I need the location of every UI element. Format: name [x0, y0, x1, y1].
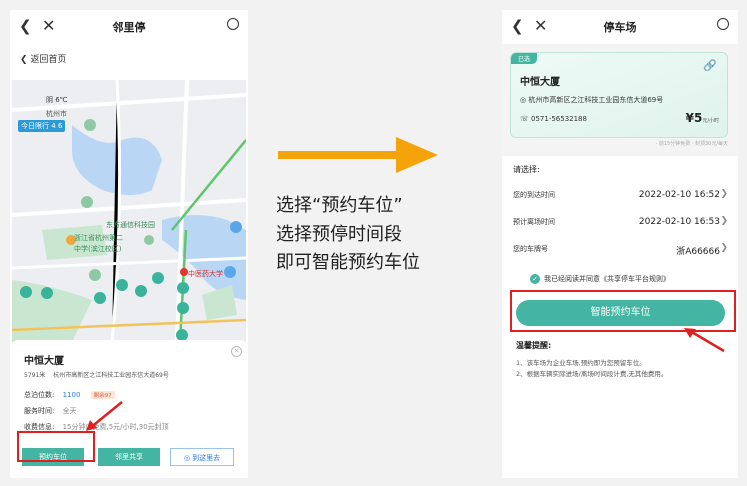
phone-icon: ☏: [520, 115, 529, 123]
card-lot-name: 中恒大厦: [520, 77, 560, 88]
card-phone: 0571-56532188: [531, 115, 587, 123]
back-home-link[interactable]: ❮ 返回首页: [20, 52, 66, 65]
card-price: ¥5元/小时: [686, 111, 719, 125]
chevron-right-icon: ❯: [720, 189, 728, 199]
chevron-right-icon: ❯: [720, 243, 728, 253]
select-title: 请选择:: [513, 165, 540, 174]
tips-title: 温馨提醒:: [516, 341, 552, 350]
share-icon[interactable]: [717, 18, 729, 30]
card-address: 杭州市高新区之江科技工业园东信大道69号: [528, 96, 664, 104]
lot-name: 中恒大厦: [24, 356, 64, 367]
arrival-time-row[interactable]: 您的到达时间 2022-02-10 16:52 ❯: [513, 189, 728, 204]
location-icon: ◎: [520, 96, 527, 104]
caption-line-3: 即可智能预约车位: [276, 252, 420, 273]
poi-school-line1: 浙江省杭州第二: [74, 234, 123, 242]
selected-badge: 已选: [511, 53, 538, 64]
pointer-arrow-right: [684, 328, 725, 353]
page-title: 邻里停: [112, 21, 146, 34]
tip-2: 2、根据车辆实际进场/离场时间段计费,无其他费用。: [516, 370, 668, 378]
title-bar: ❮ ✕ 邻里停: [10, 10, 248, 44]
lot-distance: 5791米: [24, 372, 46, 379]
fee-note: · 前15分钟免费 · 封顶30元/每天: [655, 141, 728, 147]
title-bar: ❮ ✕ 停车场: [502, 10, 738, 44]
navigate-label: 到这里去: [192, 454, 221, 462]
lot-subtitle: 5791米 杭州市高新区之江科技工业园东信大道69号: [24, 370, 169, 379]
poi-tech-park: 东方通信科技园: [106, 221, 155, 229]
caption-line-2: 选择预停时间段: [276, 224, 402, 245]
share-icon[interactable]: [227, 18, 239, 30]
big-arrow: [278, 137, 438, 173]
link-icon: 🔗: [703, 59, 717, 72]
plate-number-row[interactable]: 您的车牌号 浙A66666 ❯: [513, 243, 728, 258]
neighbor-share-button[interactable]: 邻里共享: [98, 448, 160, 466]
tips-text: 1、该车场为企业车场,预约即为您预留车位。 2、根据车辆实际进场/离场时间段计费…: [516, 358, 722, 380]
plate-number-value: 浙A66666: [676, 247, 720, 257]
service-value: 全天: [62, 407, 77, 415]
total-label: 总泊位数:: [24, 391, 55, 399]
back-home-label: 返回首页: [30, 55, 67, 65]
highlight-box-reserve: [17, 431, 95, 462]
card-address-row: ◎ 杭州市高新区之江科技工业园东信大道69号: [520, 95, 663, 105]
departure-time-row[interactable]: 预计离场时间 2022-02-10 16:53 ❯: [513, 216, 728, 231]
agreement-text: 我已经阅读并同意《共享停车平台规则》: [544, 275, 670, 283]
fee-label: 收费信息:: [24, 423, 55, 431]
selected-lot-card[interactable]: 已选 🔗 中恒大厦 ◎ 杭州市高新区之江科技工业园东信大道69号 ☏ 0571-…: [510, 52, 728, 138]
caption-line-1: 选择“预约车位”: [276, 195, 403, 216]
arrival-time-label: 您的到达时间: [513, 191, 555, 199]
lot-address: 杭州市高新区之江科技工业园东信大道69号: [53, 372, 169, 379]
tip-1: 1、该车场为企业车场,预约即为您预留车位。: [516, 359, 646, 367]
pointer-arrow-left: [86, 401, 123, 431]
plate-number-label: 您的车牌号: [513, 245, 548, 253]
navigate-here-button[interactable]: ◎ 到这里去: [170, 448, 234, 466]
total-value: 1100: [62, 391, 81, 399]
service-label: 服务时间:: [24, 407, 55, 415]
service-time-row: 服务时间: 全天: [24, 406, 77, 416]
price-unit: 元/小时: [702, 118, 719, 124]
poi-hospital: 中医药大学: [188, 270, 223, 278]
departure-time-value: 2022-02-10 16:53: [638, 217, 720, 227]
check-icon[interactable]: ✓: [530, 274, 540, 284]
sheet-close-icon[interactable]: ✕: [231, 346, 242, 357]
poi-school-line2: 中学(滨江校区): [74, 245, 122, 253]
weather-label: 阴 6℃: [46, 96, 68, 104]
arrival-time-value: 2022-02-10 16:52: [638, 190, 720, 200]
chevron-right-icon: ❯: [720, 216, 728, 226]
tips-panel: 温馨提醒: 1、该车场为企业车场,预约即为您预留车位。 2、根据车辆实际进场/离…: [502, 334, 738, 478]
traffic-restriction-chip[interactable]: 今日限行 4 6: [18, 120, 66, 132]
map-view[interactable]: 阴 6℃ 杭州市 今日限行 4 6 东方通信科技园 浙江省杭州第二 中学(滨江校…: [12, 80, 246, 342]
departure-time-label: 预计离场时间: [513, 218, 555, 226]
card-phone-row: ☏ 0571-56532188: [520, 115, 587, 123]
price-value: ¥5: [685, 111, 703, 125]
agreement-row[interactable]: ✓ 我已经阅读并同意《共享停车平台规则》: [530, 274, 670, 284]
city-label: 杭州市: [46, 110, 67, 118]
page-title: 停车场: [603, 21, 637, 34]
location-pin-icon: ◎: [183, 454, 190, 462]
right-phone-screen: ❮ ✕ 停车场 已选 🔗 中恒大厦 ◎ 杭州市高新区之江科技工业园东信大道69号…: [502, 10, 738, 478]
